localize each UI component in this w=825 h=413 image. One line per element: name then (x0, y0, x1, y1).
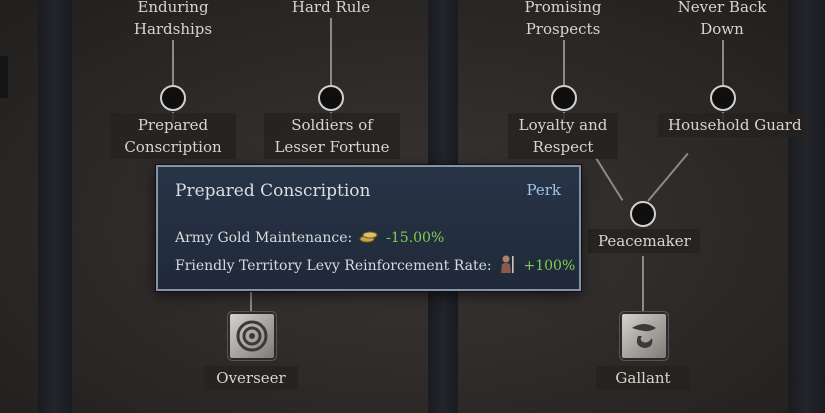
perk-label-loyalty-and-respect[interactable]: Loyalty and Respect (508, 113, 618, 159)
modifier-label: Friendly Territory Levy Reinforcement Ra… (175, 258, 492, 274)
perk-node-household-guard[interactable] (710, 85, 736, 111)
modifier-value: -15.00% (386, 230, 445, 246)
perk-tooltip: Prepared Conscription Perk Army Gold Mai… (156, 165, 581, 291)
perk-label-never-back-down: Never Back Down (677, 0, 767, 38)
tooltip-modifier-gold-maintenance: Army Gold Maintenance: -15.00% (175, 229, 444, 247)
perk-node-loyalty-and-respect[interactable] (551, 85, 577, 111)
connector-line (642, 256, 644, 312)
perk-label-peacemaker[interactable]: Peacemaker (588, 229, 700, 253)
tooltip-type: Perk (526, 181, 561, 199)
perk-label-soldiers-of-lesser-fortune[interactable]: Soldiers of Lesser Fortune (264, 113, 400, 159)
perk-label-promising-prospects: Promising Prospects (524, 0, 602, 38)
connector-line (250, 291, 252, 313)
perk-label-prepared-conscription[interactable]: Prepared Conscription (110, 113, 236, 159)
edge-notch (0, 56, 8, 98)
perk-label-gallant[interactable]: Gallant (596, 366, 690, 390)
right-pillar (788, 0, 825, 413)
tooltip-modifier-levy-reinforcement: Friendly Territory Levy Reinforcement Ra… (175, 254, 575, 278)
perk-node-prepared-conscription[interactable] (160, 85, 186, 111)
connector-line (563, 40, 565, 86)
connector-line (172, 40, 174, 86)
perk-label-overseer[interactable]: Overseer (204, 366, 298, 390)
perk-label-enduring-hardships: Enduring Hardships (133, 0, 213, 38)
perk-node-soldiers-of-lesser-fortune[interactable] (318, 85, 344, 111)
perk-label-hard-rule: Hard Rule (291, 0, 371, 16)
levy-soldier-icon (498, 254, 516, 278)
perk-label-household-guard[interactable]: Household Guard (658, 113, 806, 137)
tooltip-title: Prepared Conscription (175, 181, 371, 201)
left-pillar (38, 0, 72, 413)
modifier-label: Army Gold Maintenance: (175, 230, 353, 246)
perk-node-peacemaker[interactable] (630, 201, 656, 227)
gold-coins-icon (359, 229, 379, 247)
connector-line (722, 40, 724, 86)
overseer-perk-icon[interactable] (227, 311, 277, 361)
gallant-perk-icon[interactable] (619, 311, 669, 361)
connector-line (330, 18, 332, 86)
modifier-value: +100% (523, 258, 576, 274)
